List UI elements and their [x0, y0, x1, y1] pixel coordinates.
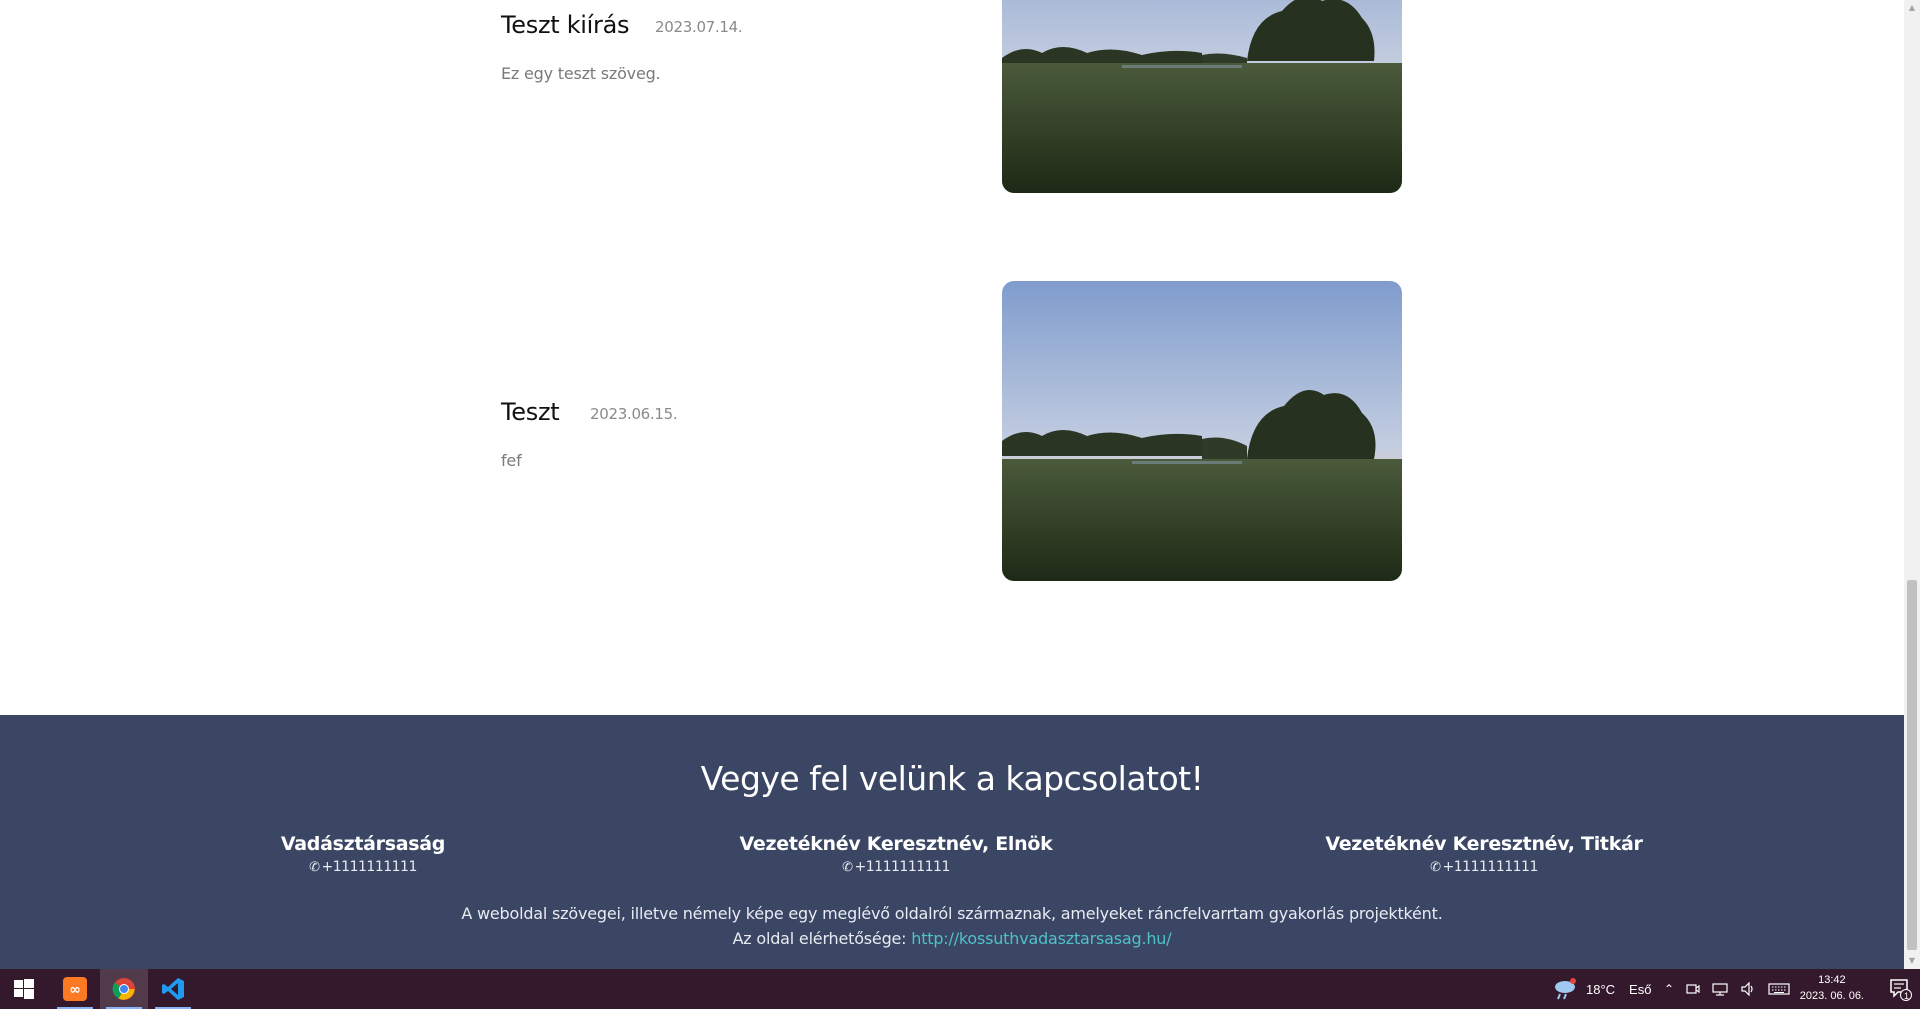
volume-icon[interactable] — [1740, 982, 1756, 996]
taskbar-clock[interactable]: 13:42 2023. 06. 06. — [1800, 972, 1864, 1004]
post-date: 2023.07.14. — [655, 18, 743, 36]
svg-text:∞: ∞ — [69, 982, 81, 998]
contact-name: Vezetéknév Keresztnév, Titkár — [1325, 833, 1643, 855]
contact-name: Vadásztársaság — [280, 833, 446, 855]
phone-icon: ✆ — [842, 860, 853, 875]
contact-footer: Vegye fel velünk a kapcsolatot! Vadásztá… — [0, 715, 1904, 969]
scroll-up-arrow-icon[interactable]: ▲ — [1904, 0, 1920, 16]
footer-link-prefix: Az oldal elérhetősége: — [732, 929, 912, 948]
weather-temp: 18°C — [1586, 981, 1616, 997]
post-image[interactable] — [1002, 0, 1402, 193]
meet-icon[interactable] — [1686, 982, 1700, 996]
notification-count: 1 — [1903, 991, 1909, 1001]
windows-logo-icon — [14, 979, 34, 999]
contact-card: Vezetéknév Keresztnév, Elnök ✆ +111111111… — [636, 833, 1156, 875]
scroll-thumb[interactable] — [1907, 580, 1917, 950]
taskbar: ∞ 18°C Eső ⌃ 13:42 2023. 06. 06. 1 — [0, 969, 1920, 1009]
post-image[interactable] — [1002, 281, 1402, 581]
weather-widget[interactable]: 18°C Eső — [1552, 969, 1651, 1009]
post-text: fef — [501, 451, 522, 470]
phone-icon: ✆ — [309, 860, 320, 875]
contact-phone[interactable]: ✆ +1111111111 — [1224, 859, 1744, 875]
show-hidden-icons-chevron-icon[interactable]: ⌃ — [1664, 982, 1674, 996]
scroll-down-arrow-icon[interactable]: ▼ — [1904, 953, 1920, 969]
notification-center-button[interactable]: 1 — [1888, 977, 1912, 1001]
chrome-icon — [112, 978, 135, 1000]
contact-name: Vezetéknév Keresztnév, Elnök — [739, 833, 1053, 855]
start-button[interactable] — [0, 969, 48, 1009]
page-content: Teszt kiírás 2023.07.14. Ez egy teszt sz… — [0, 0, 1904, 969]
system-tray: ⌃ — [1664, 969, 1790, 1009]
weather-condition: Eső — [1629, 981, 1652, 997]
phone-number: +1111111111 — [854, 859, 951, 875]
post-title: Teszt — [501, 398, 560, 426]
keyboard-icon[interactable] — [1768, 982, 1790, 996]
footer-note: A weboldal szövegei, illetve némely képe… — [461, 904, 1443, 923]
clock-date: 2023. 06. 06. — [1799, 990, 1864, 1002]
taskbar-app-xampp[interactable]: ∞ — [51, 969, 99, 1009]
taskbar-app-chrome[interactable] — [100, 969, 148, 1009]
page-scrollbar[interactable]: ▲ ▼ — [1904, 0, 1920, 969]
footer-link-line: Az oldal elérhetősége: http://kossuthvad… — [0, 929, 1904, 948]
post-title: Teszt kiírás — [501, 11, 630, 39]
contact-card: Vezetéknév Keresztnév, Titkár ✆ +11111111… — [1224, 833, 1744, 875]
taskbar-app-vscode[interactable] — [149, 969, 197, 1009]
weather-rain-icon — [1555, 978, 1576, 1000]
site-link[interactable]: http://kossuthvadasztarsasag.hu/ — [911, 929, 1171, 948]
post-date: 2023.06.15. — [590, 405, 678, 423]
post-text: Ez egy teszt szöveg. — [501, 64, 661, 83]
phone-number: +1111111111 — [321, 859, 418, 875]
vscode-icon — [162, 978, 184, 1000]
phone-number: +1111111111 — [1442, 859, 1539, 875]
xampp-icon: ∞ — [63, 977, 87, 1001]
clock-time: 13:42 — [1818, 974, 1846, 986]
contact-phone[interactable]: ✆ +1111111111 — [636, 859, 1156, 875]
footer-heading: Vegye fel velünk a kapcsolatot! — [700, 759, 1204, 798]
phone-icon: ✆ — [1430, 860, 1441, 875]
contact-phone[interactable]: ✆ +1111111111 — [103, 859, 623, 875]
contact-card: Vadásztársaság ✆ +1111111111 — [103, 833, 623, 875]
network-icon[interactable] — [1712, 982, 1728, 996]
